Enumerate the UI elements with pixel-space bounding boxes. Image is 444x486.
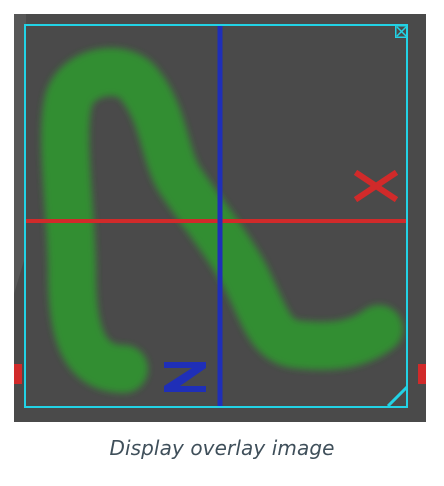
x-axis-right-marker [418,364,426,384]
x-axis-left-marker [14,364,22,384]
overlay-frame [24,24,408,408]
resize-handle-icon[interactable] [386,384,408,406]
figure-caption: Display overlay image [109,436,335,460]
overlay-viewport: X Z [14,14,426,422]
close-box-icon[interactable] [395,25,408,38]
